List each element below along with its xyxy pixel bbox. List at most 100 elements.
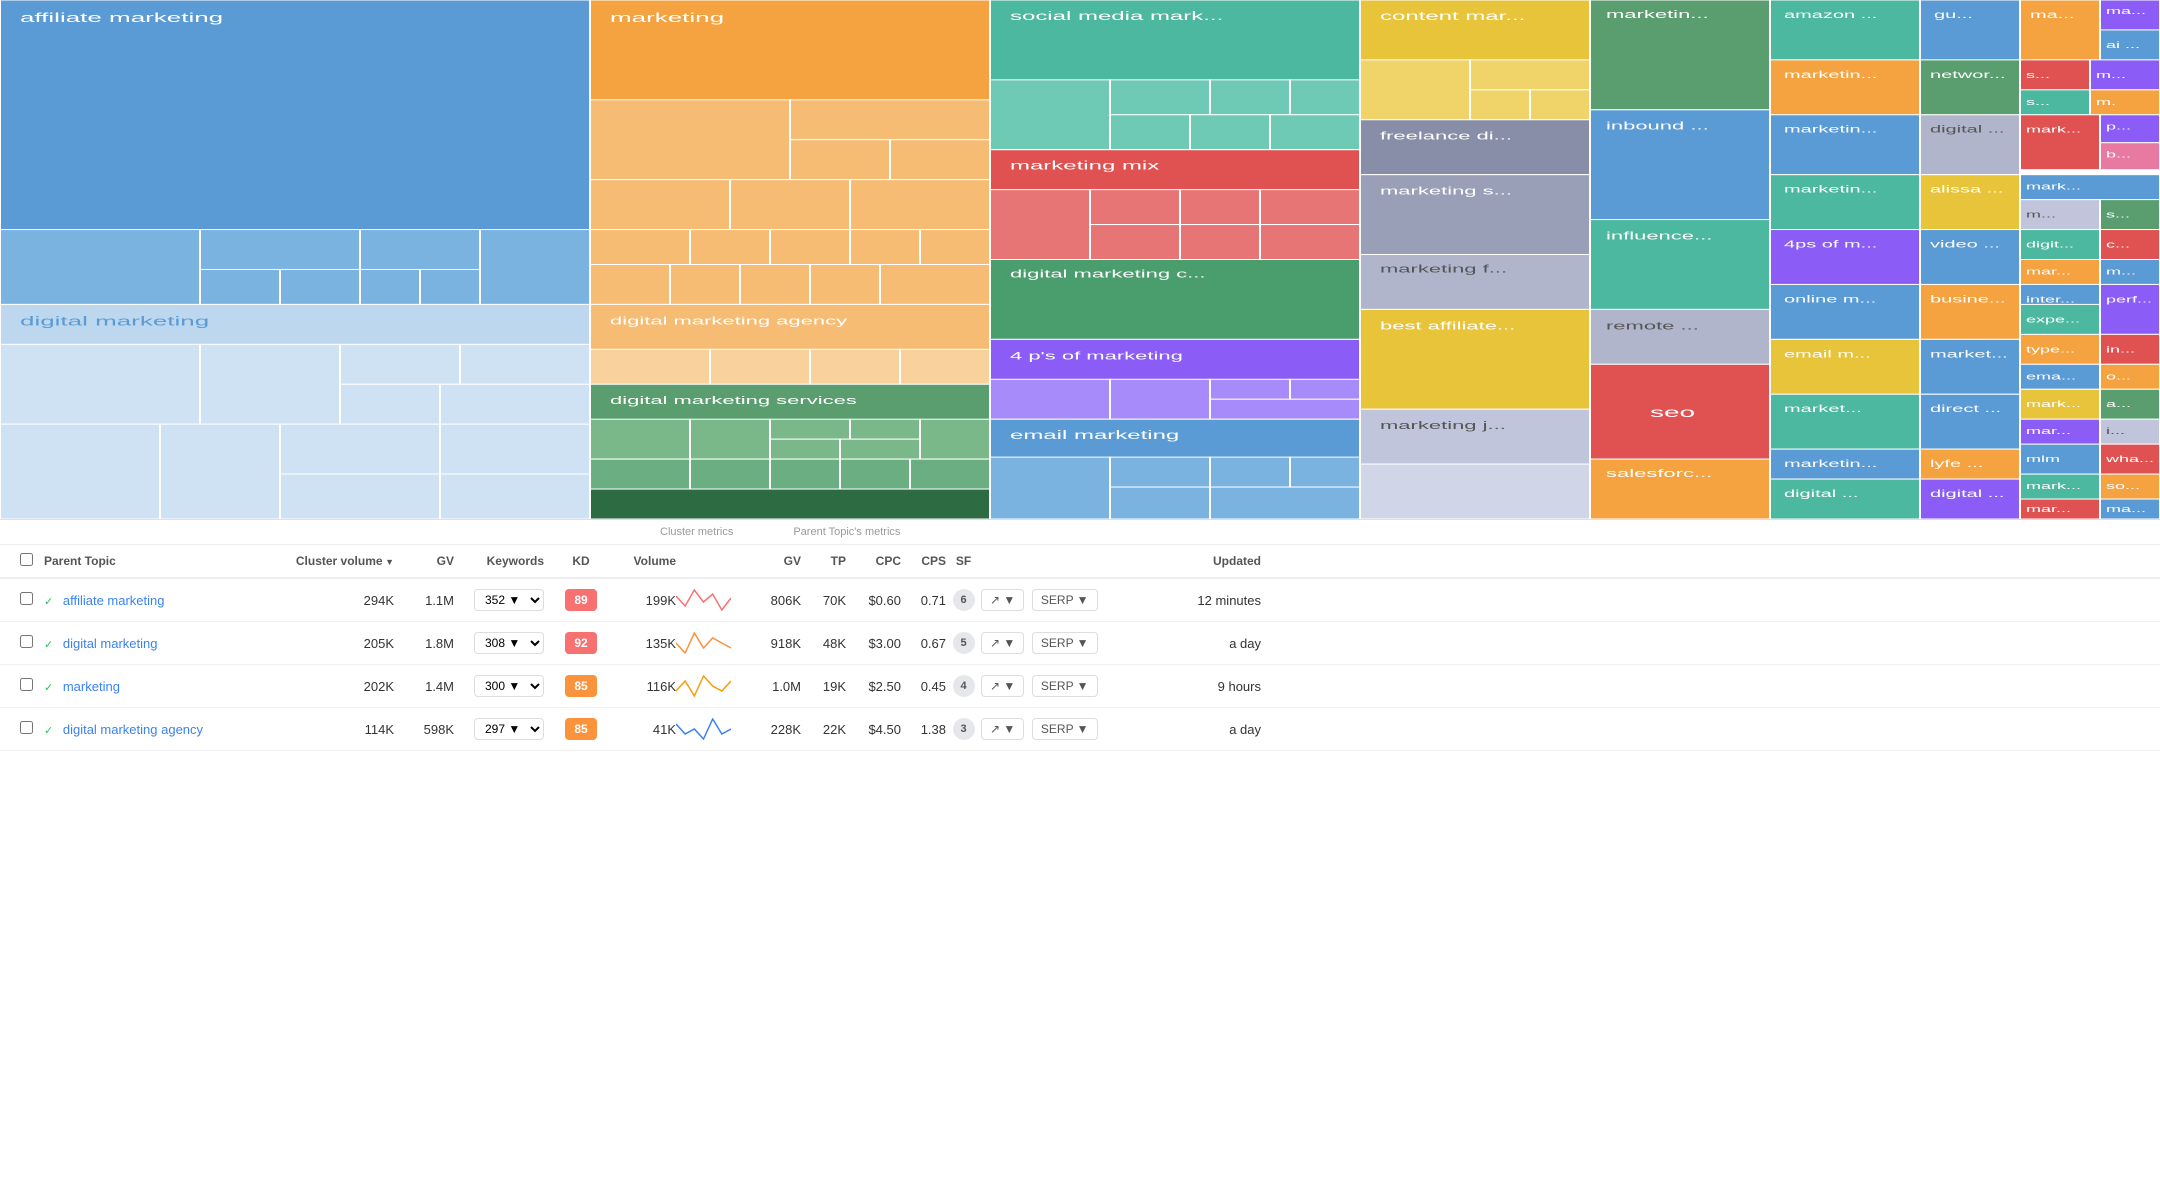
topic-link[interactable]: digital marketing agency — [63, 722, 203, 737]
row-gv: 1.4M — [394, 679, 454, 694]
row-gv2: 1.0M — [736, 679, 801, 694]
svg-text:s...: s... — [2106, 210, 2130, 220]
topic-link[interactable]: digital marketing — [63, 636, 158, 651]
row-keywords[interactable]: 308 ▼ — [454, 632, 544, 654]
header-cpc: CPC — [846, 554, 901, 568]
topic-link[interactable]: affiliate marketing — [63, 593, 165, 608]
svg-text:online m...: online m... — [1784, 294, 1876, 305]
trend-button[interactable]: ↗ ▼ — [981, 718, 1024, 740]
row-gv2: 918K — [736, 636, 801, 651]
svg-text:digital marketing: digital marketing — [20, 314, 209, 329]
row-cpc: $0.60 — [846, 593, 901, 608]
table-row: ✓ affiliate marketing 294K 1.1M 352 ▼ 89… — [0, 579, 2160, 622]
serp-button[interactable]: SERP ▼ — [1032, 675, 1098, 697]
row-actions[interactable]: ↗ ▼ SERP ▼ — [981, 589, 1161, 611]
svg-text:market...: market... — [1784, 404, 1862, 415]
row-actions[interactable]: ↗ ▼ SERP ▼ — [981, 632, 1161, 654]
svg-text:digital ...: digital ... — [1784, 489, 1858, 500]
svg-text:digital marketing agency: digital marketing agency — [610, 314, 847, 327]
svg-text:marketin...: marketin... — [1784, 125, 1877, 136]
trend-button[interactable]: ↗ ▼ — [981, 589, 1024, 611]
row-keywords[interactable]: 297 ▼ — [454, 718, 544, 740]
svg-text:busine...: busine... — [1930, 294, 2006, 305]
row-sparkline — [676, 675, 736, 697]
svg-text:mar...: mar... — [2026, 267, 2071, 277]
row-checkbox[interactable] — [20, 678, 44, 694]
row-checkbox[interactable] — [20, 592, 44, 608]
row-volume: 41K — [606, 722, 676, 737]
row-cpc: $4.50 — [846, 722, 901, 737]
svg-text:lyfe ...: lyfe ... — [1930, 459, 1983, 470]
svg-text:i...: i... — [2106, 427, 2125, 437]
svg-text:social media mark...: social media mark... — [1010, 10, 1223, 23]
row-updated: a day — [1161, 636, 1261, 651]
sf-badge: 5 — [953, 632, 975, 654]
trend-button[interactable]: ↗ ▼ — [981, 675, 1024, 697]
header-cluster-volume[interactable]: Cluster volume — [264, 554, 394, 568]
row-volume: 116K — [606, 679, 676, 694]
svg-text:marketing: marketing — [610, 11, 724, 26]
svg-text:mark...: mark... — [2026, 481, 2081, 491]
svg-text:digital ...: digital ... — [1930, 489, 2004, 500]
svg-text:o...: o... — [2106, 372, 2131, 382]
check-icon: ✓ — [44, 639, 53, 651]
svg-text:digital ...: digital ... — [1930, 125, 2004, 136]
row-cps: 1.38 — [901, 722, 946, 737]
svg-text:direct ...: direct ... — [1930, 404, 2001, 415]
row-updated: a day — [1161, 722, 1261, 737]
row-actions[interactable]: ↗ ▼ SERP ▼ — [981, 675, 1161, 697]
svg-text:content mar...: content mar... — [1380, 10, 1525, 23]
table-row: ✓ digital marketing agency 114K 598K 297… — [0, 708, 2160, 751]
svg-text:ma...: ma... — [2030, 10, 2074, 21]
row-keywords[interactable]: 300 ▼ — [454, 675, 544, 697]
serp-button[interactable]: SERP ▼ — [1032, 718, 1098, 740]
row-sf: 6 — [946, 589, 981, 611]
row-tp: 70K — [801, 593, 846, 608]
svg-text:digital marketing c...: digital marketing c... — [1010, 267, 1206, 280]
row-sparkline — [676, 718, 736, 740]
check-icon: ✓ — [44, 596, 53, 608]
header-updated: Updated — [1161, 554, 1261, 568]
svg-text:expe...: expe... — [2026, 315, 2080, 325]
row-topic: ✓ digital marketing — [44, 636, 264, 651]
select-all-checkbox[interactable] — [20, 553, 44, 569]
cluster-metrics-label: Cluster metrics — [660, 526, 733, 538]
row-topic: ✓ marketing — [44, 679, 264, 694]
row-cps: 0.67 — [901, 636, 946, 651]
svg-text:marketin...: marketin... — [1784, 184, 1877, 195]
row-checkbox[interactable] — [20, 635, 44, 651]
serp-button[interactable]: SERP ▼ — [1032, 589, 1098, 611]
svg-text:seo: seo — [1650, 405, 1695, 421]
row-topic: ✓ digital marketing agency — [44, 722, 264, 737]
svg-text:mlm: mlm — [2026, 455, 2060, 465]
table-header: Parent Topic Cluster volume GV Keywords … — [0, 545, 2160, 579]
header-tp: TP — [801, 554, 846, 568]
row-checkbox[interactable] — [20, 721, 44, 737]
svg-text:marketing f...: marketing f... — [1380, 262, 1507, 275]
svg-text:alissa ...: alissa ... — [1930, 184, 2003, 195]
check-icon: ✓ — [44, 725, 53, 737]
svg-text:ema...: ema... — [2026, 372, 2076, 382]
svg-text:perf...: perf... — [2106, 295, 2152, 305]
header-cps: CPS — [901, 554, 946, 568]
row-keywords[interactable]: 352 ▼ — [454, 589, 544, 611]
topic-link[interactable]: marketing — [63, 679, 120, 694]
table-body: ✓ affiliate marketing 294K 1.1M 352 ▼ 89… — [0, 579, 2160, 751]
svg-text:ma...: ma... — [2106, 6, 2146, 16]
row-cpc: $3.00 — [846, 636, 901, 651]
row-cps: 0.45 — [901, 679, 946, 694]
trend-button[interactable]: ↗ ▼ — [981, 632, 1024, 654]
kd-badge: 85 — [565, 718, 597, 740]
svg-text:freelance di...: freelance di... — [1380, 130, 1512, 143]
serp-button[interactable]: SERP ▼ — [1032, 632, 1098, 654]
row-cluster-volume: 202K — [264, 679, 394, 694]
svg-text:wha...: wha... — [2105, 455, 2154, 465]
svg-text:4ps of m...: 4ps of m... — [1784, 239, 1877, 250]
row-actions[interactable]: ↗ ▼ SERP ▼ — [981, 718, 1161, 740]
svg-text:s...: s... — [2026, 97, 2050, 107]
row-sf: 5 — [946, 632, 981, 654]
svg-text:mar...: mar... — [2026, 427, 2071, 437]
row-sparkline — [676, 632, 736, 654]
svg-text:best affiliate...: best affiliate... — [1380, 319, 1515, 332]
row-cluster-volume: 205K — [264, 636, 394, 651]
